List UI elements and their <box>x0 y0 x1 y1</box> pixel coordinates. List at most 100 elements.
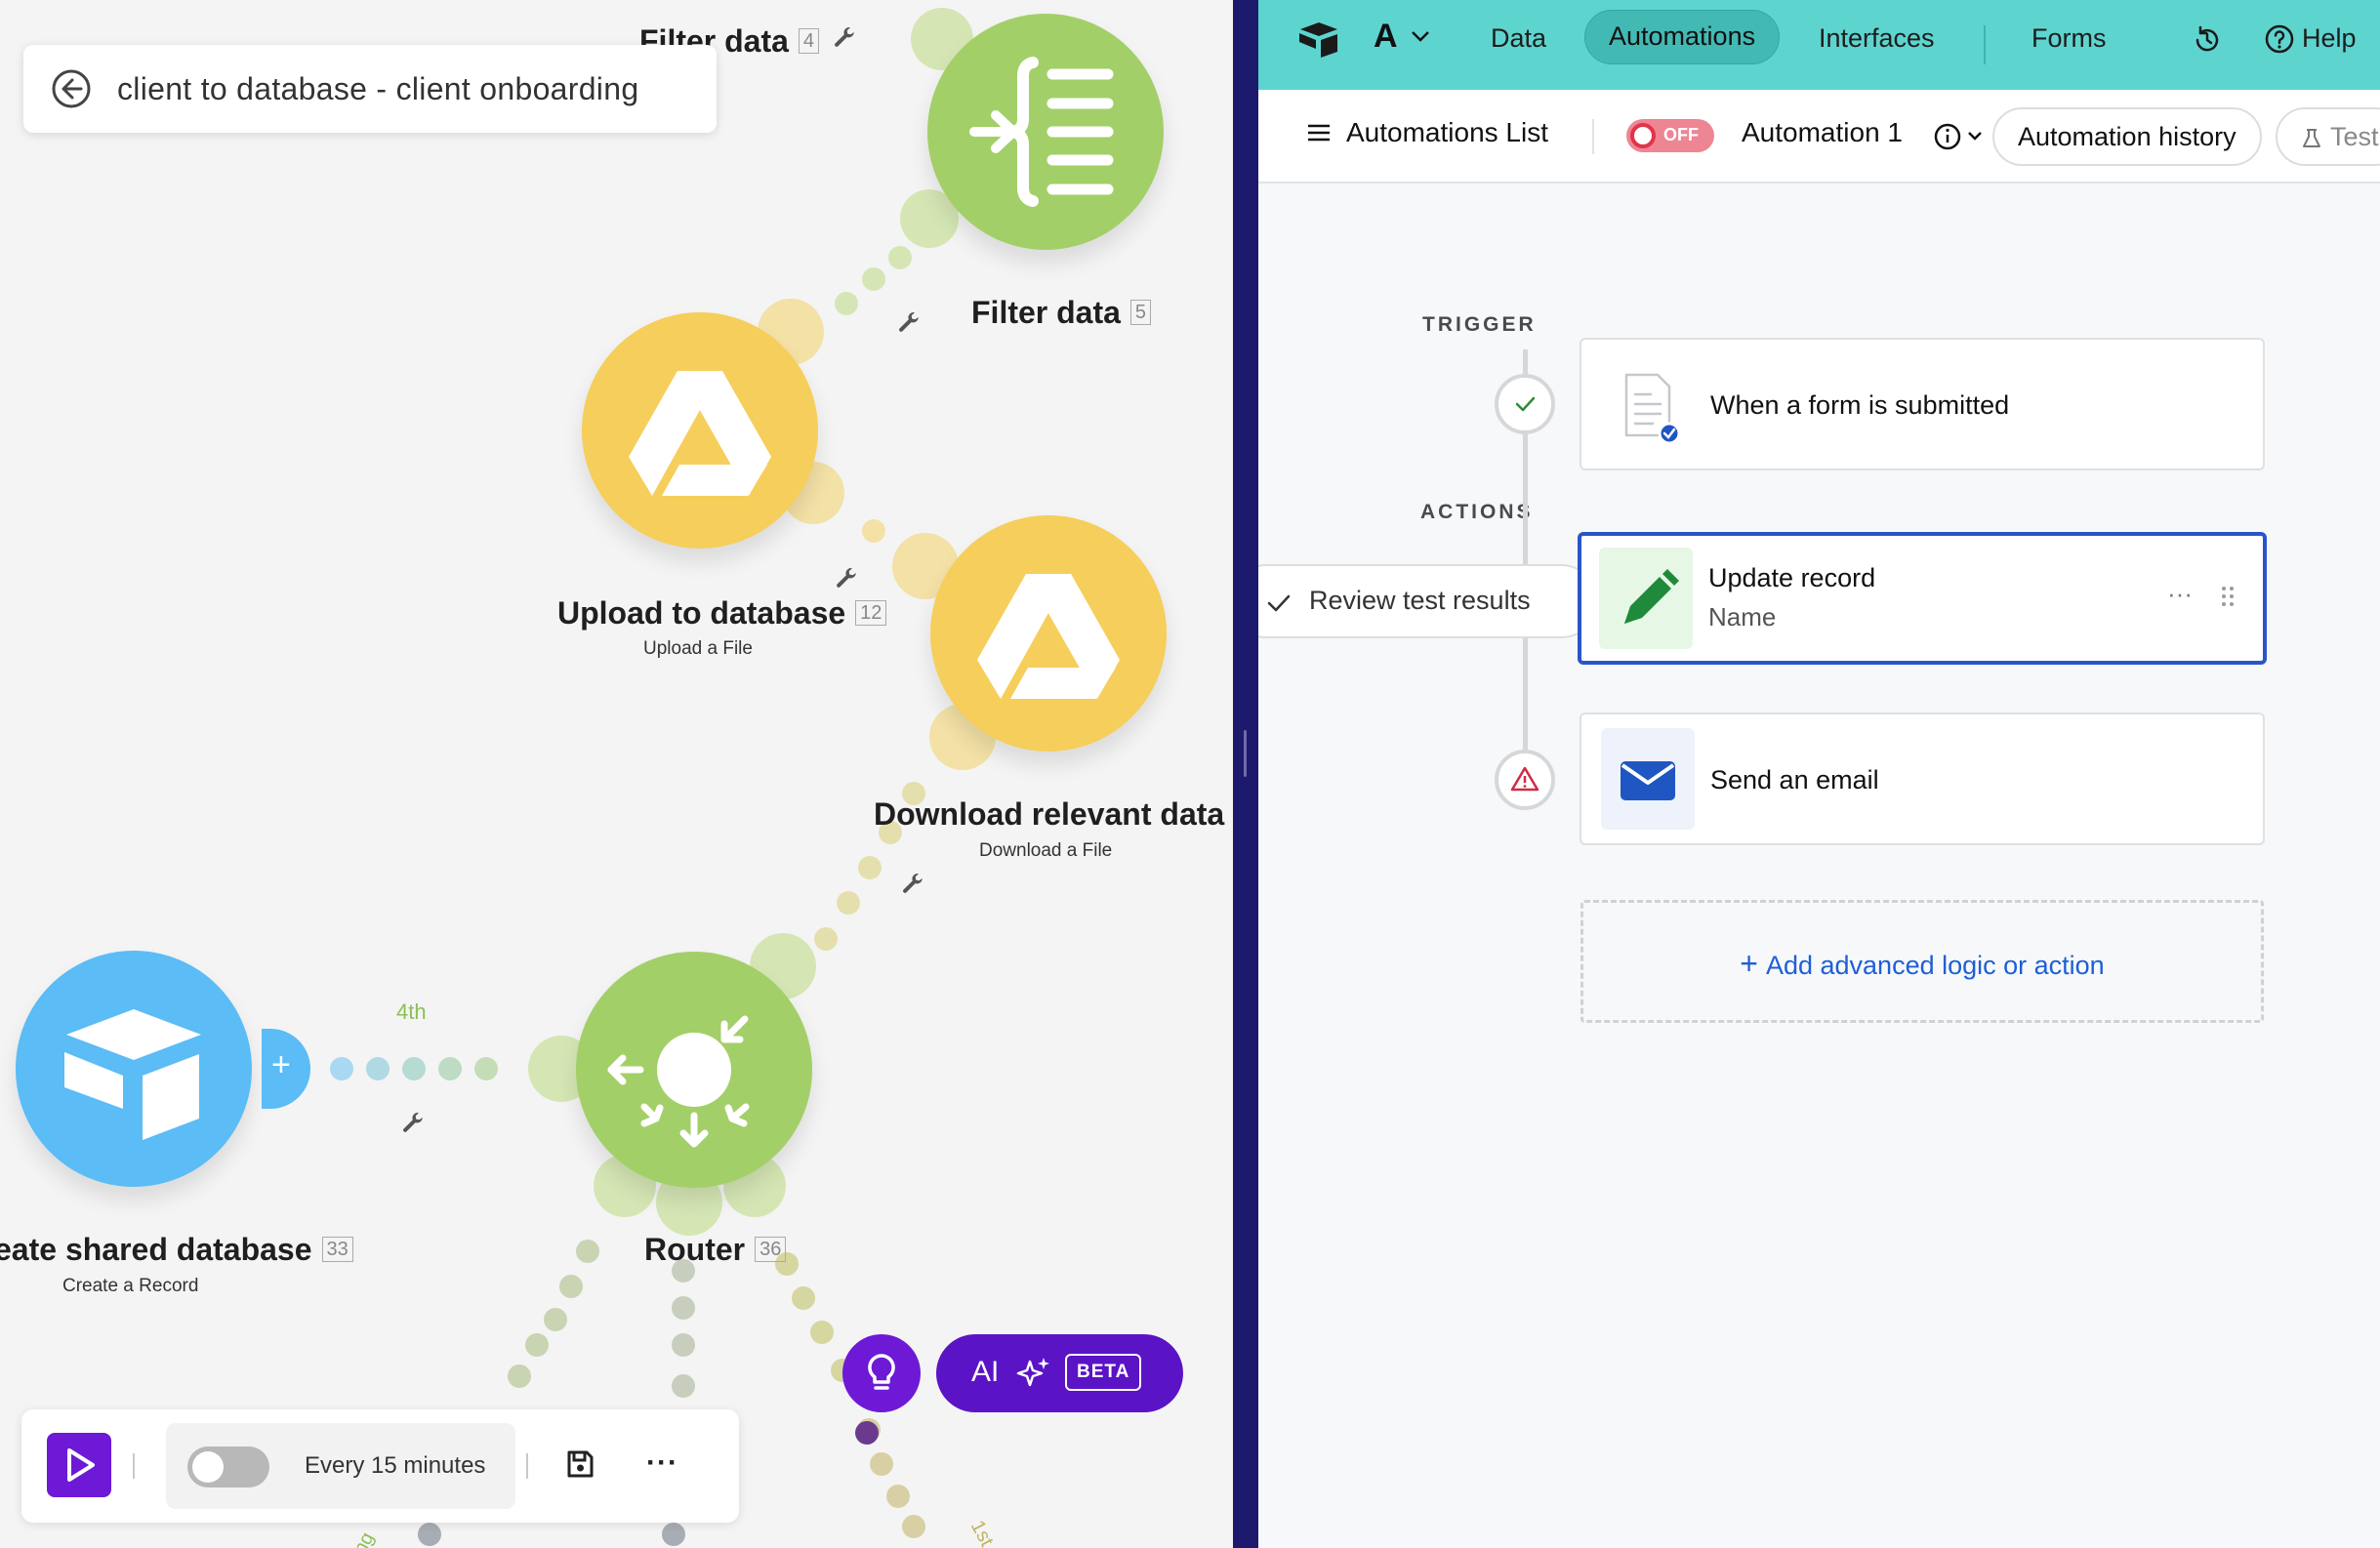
add-label: Add advanced logic or action <box>1765 951 2105 980</box>
plus-icon: + <box>271 1046 291 1083</box>
automations-list-button[interactable]: Automations List <box>1307 117 1548 148</box>
wrench-icon[interactable] <box>900 872 925 897</box>
test-automation-button[interactable]: Test <box>2276 107 2380 166</box>
trigger-title: When a form is submitted <box>1710 390 2010 420</box>
toggle-label: OFF <box>1663 125 1699 144</box>
trigger-section-label: TRIGGER <box>1422 313 1537 336</box>
action-warning-status <box>1495 750 1555 810</box>
back-arrow-icon[interactable] <box>51 68 92 109</box>
flask-icon <box>2303 128 2320 147</box>
schedule-label[interactable]: Every 15 minutes <box>305 1452 485 1480</box>
wrench-icon[interactable] <box>834 566 859 591</box>
wrench-icon[interactable] <box>832 25 857 51</box>
actions-section-label: ACTIONS <box>1420 501 1534 523</box>
review-test-results-button[interactable]: Review test results <box>1258 564 1598 638</box>
envelope-icon <box>1621 761 1675 800</box>
module-title[interactable]: Upload to database 12 <box>557 595 887 631</box>
top-navigation: A Data Automations Interfaces Forms Help <box>1258 0 2380 90</box>
drag-handle-icon[interactable] <box>2220 585 2236 608</box>
review-label: Review test results <box>1309 586 1531 615</box>
more-options-icon[interactable]: ··· <box>2167 579 2193 609</box>
ai-label: AI <box>971 1356 1000 1388</box>
update-icon-box <box>1599 548 1693 649</box>
lightbulb-icon <box>868 1354 895 1390</box>
divider <box>1592 119 1594 154</box>
nav-forms[interactable]: Forms <box>2031 23 2107 54</box>
schedule-control[interactable]: Every 15 minutes <box>166 1423 515 1509</box>
history-icon[interactable] <box>2191 23 2224 57</box>
form-icon <box>1624 373 1681 445</box>
wrench-icon[interactable] <box>400 1111 426 1136</box>
module-title[interactable]: Filter data 5 <box>971 295 1152 331</box>
action-title: Update record <box>1708 563 1876 592</box>
scenario-breadcrumb[interactable]: client to database - client onboarding <box>23 45 717 133</box>
automation-history-button[interactable]: Automation history <box>1992 107 2262 166</box>
nav-interfaces[interactable]: Interfaces <box>1819 23 1935 54</box>
beta-badge: BETA <box>1065 1354 1142 1391</box>
module-title[interactable]: eate shared database 33 <box>0 1232 353 1268</box>
nav-divider <box>1984 25 1986 64</box>
check-icon <box>1267 594 1291 612</box>
help-link[interactable]: Help <box>2302 23 2357 54</box>
filter-icon <box>969 57 1114 207</box>
play-icon <box>67 1448 95 1482</box>
action-subtitle: Name <box>1708 602 1777 631</box>
chevron-down-icon[interactable] <box>1411 29 1430 43</box>
trigger-card[interactable]: When a form is submitted <box>1580 338 2265 470</box>
more-options-icon[interactable]: ··· <box>646 1446 678 1480</box>
action-card-update-record[interactable]: Update record Name ··· <box>1578 532 2267 665</box>
google-drive-icon <box>629 371 771 496</box>
wrench-icon[interactable] <box>896 310 922 336</box>
upload-to-database-module[interactable] <box>582 312 818 549</box>
nav-data[interactable]: Data <box>1491 23 1546 54</box>
test-label: Test <box>2330 122 2379 151</box>
help-icon[interactable] <box>2264 23 2295 55</box>
trigger-status <box>1495 374 1555 434</box>
form-icon-box <box>1601 353 1695 455</box>
route-label: 4th <box>396 999 427 1024</box>
airtable-automations: A Data Automations Interfaces Forms Help… <box>1258 0 2380 1548</box>
check-icon <box>1515 396 1536 412</box>
split-view-divider[interactable] <box>1233 0 1258 1548</box>
module-subtitle: Upload a File <box>643 638 753 659</box>
scenario-toolbar: Every 15 minutes ··· <box>21 1409 739 1523</box>
action-title: Send an email <box>1710 765 1879 794</box>
scheduling-toggle[interactable] <box>187 1446 269 1487</box>
sparkle-icon <box>1016 1358 1049 1387</box>
automation-info-button[interactable] <box>1934 121 1989 157</box>
automation-on-off-toggle[interactable]: OFF <box>1626 119 1714 152</box>
base-letter[interactable]: A <box>1374 18 1398 56</box>
ai-button[interactable]: AI BETA <box>936 1334 1183 1412</box>
menu-icon <box>1308 124 1330 141</box>
pencil-icon <box>1624 569 1679 624</box>
warning-icon <box>1510 766 1539 792</box>
module-subtitle: Download a File <box>979 840 1113 861</box>
download-relevant-data-module[interactable] <box>930 515 1167 752</box>
nav-automations[interactable]: Automations <box>1584 10 1781 64</box>
scenario-title: client to database - client onboarding <box>117 70 639 106</box>
filter-data-module[interactable] <box>927 14 1164 250</box>
module-subtitle: Create a Record <box>62 1276 199 1296</box>
router-icon <box>607 1015 750 1148</box>
plus-icon: + <box>1740 946 1758 981</box>
automation-toolbar: Automations List OFF Automation 1 Automa… <box>1258 90 2380 183</box>
divider <box>133 1453 135 1479</box>
divider <box>526 1453 528 1479</box>
create-shared-database-module[interactable] <box>16 951 252 1187</box>
airtable-logo-icon[interactable] <box>1297 20 1340 59</box>
module-title[interactable]: Router 36 <box>644 1232 787 1268</box>
divider-grip[interactable] <box>1244 730 1247 777</box>
action-card-send-email[interactable]: Send an email <box>1580 713 2265 845</box>
router-module[interactable] <box>576 952 812 1188</box>
automations-list-label: Automations List <box>1346 117 1548 147</box>
hint-button[interactable] <box>842 1334 921 1412</box>
airtable-icon <box>64 1009 201 1140</box>
module-title[interactable]: Download relevant data <box>874 796 1224 833</box>
scenario-canvas[interactable]: Filter data 4 Filter data 5 Upload to da… <box>0 0 1233 1548</box>
automation-name[interactable]: Automation 1 <box>1742 117 1903 148</box>
save-icon[interactable] <box>564 1448 595 1480</box>
add-logic-or-action-button[interactable]: + Add advanced logic or action <box>1580 900 2264 1023</box>
run-once-button[interactable] <box>47 1433 111 1497</box>
google-drive-icon <box>977 574 1120 699</box>
info-icon <box>1934 123 1982 150</box>
